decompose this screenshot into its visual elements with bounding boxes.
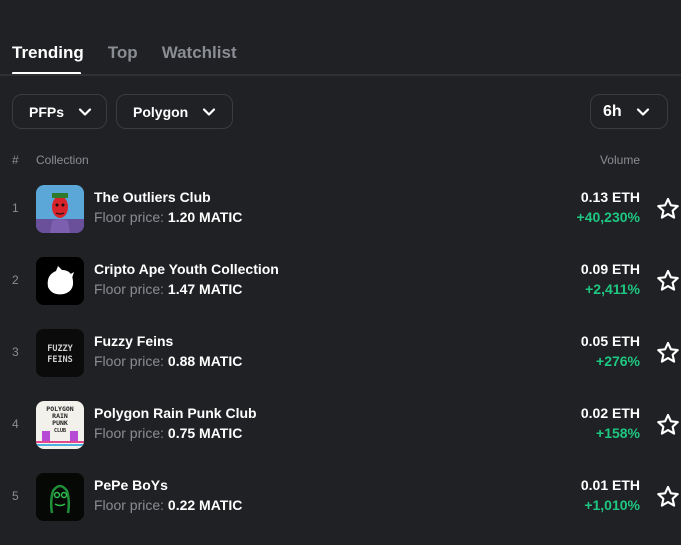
- chain-filter-value: Polygon: [133, 103, 189, 120]
- volume-change: +1,010%: [584, 497, 640, 513]
- tab-top[interactable]: Top: [108, 42, 138, 66]
- star-outline-icon[interactable]: [655, 412, 681, 438]
- thumbnail-text-line4: CLUB: [54, 428, 66, 434]
- timeframe-dropdown[interactable]: 6h: [590, 94, 668, 129]
- floor-price: Floor price: 0.22 MATIC: [94, 497, 242, 513]
- table-row[interactable]: 4 POLYGON RAIN PUNK CLUB Polygon Rain Pu…: [0, 400, 681, 450]
- volume-value: 0.05 ETH: [580, 333, 640, 349]
- timeframe-value: 6h: [603, 102, 622, 120]
- table-header: # Collection Volume: [0, 153, 681, 169]
- tabs-divider: [0, 74, 681, 76]
- table-row[interactable]: 1 The Outliers Club Floor price: 1.20 MA…: [0, 184, 681, 234]
- chevron-down-icon: [78, 105, 92, 119]
- volume-value: 0.13 ETH: [580, 189, 640, 205]
- floor-price-value: 0.75 MATIC: [167, 425, 243, 441]
- rank-column-header: #: [12, 153, 19, 167]
- chain-filter-dropdown[interactable]: Polygon: [116, 94, 233, 129]
- floor-price-value: 0.88 MATIC: [167, 353, 243, 369]
- thumbnail-text-line1: FUZZY: [47, 344, 73, 354]
- floor-price: Floor price: 1.47 MATIC: [94, 281, 242, 297]
- table-row[interactable]: 2 Cripto Ape Youth Collection Floor pric…: [0, 256, 681, 306]
- collection-thumbnail[interactable]: [36, 257, 84, 305]
- chevron-down-icon: [636, 105, 650, 119]
- volume-change: +276%: [596, 353, 640, 369]
- volume-change: +158%: [596, 425, 640, 441]
- category-filter-dropdown[interactable]: PFPs: [12, 94, 107, 129]
- floor-price-value: 1.47 MATIC: [167, 281, 243, 297]
- collection-name[interactable]: Cripto Ape Youth Collection: [94, 261, 279, 277]
- floor-price-label: Floor price:: [94, 353, 165, 369]
- volume-change: +40,230%: [576, 209, 640, 225]
- collection-name[interactable]: PePe BoYs: [94, 477, 168, 493]
- thumbnail-text-line2: FEINS: [47, 355, 73, 365]
- collection-name[interactable]: Fuzzy Feins: [94, 333, 173, 349]
- trending-collections-panel: Trending Top Watchlist PFPs Polygon 6h #…: [0, 0, 681, 545]
- star-outline-icon[interactable]: [655, 484, 681, 510]
- row-rank: 1: [12, 201, 19, 215]
- row-rank: 5: [12, 489, 19, 503]
- thumbnail-text-line3: PUNK: [52, 419, 68, 427]
- collection-name[interactable]: Polygon Rain Punk Club: [94, 405, 257, 421]
- floor-price-value: 1.20 MATIC: [167, 209, 243, 225]
- floor-price: Floor price: 0.75 MATIC: [94, 425, 242, 441]
- floor-price-value: 0.22 MATIC: [167, 497, 243, 513]
- volume-value: 0.09 ETH: [580, 261, 640, 277]
- tab-trending[interactable]: Trending: [12, 42, 84, 66]
- star-outline-icon[interactable]: [655, 196, 681, 222]
- collection-name[interactable]: The Outliers Club: [94, 189, 211, 205]
- collection-column-header: Collection: [36, 153, 89, 167]
- collection-thumbnail[interactable]: [36, 185, 84, 233]
- floor-price-label: Floor price:: [94, 497, 165, 513]
- volume-value: 0.01 ETH: [580, 477, 640, 493]
- table-row[interactable]: 3 FUZZY FEINS Fuzzy Feins Floor price: 0…: [0, 328, 681, 378]
- table-row[interactable]: 5 PePe BoYs Floor price: 0.22 MATIC 0.01…: [0, 472, 681, 522]
- row-rank: 4: [12, 417, 19, 431]
- collection-thumbnail[interactable]: [36, 473, 84, 521]
- floor-price-label: Floor price:: [94, 209, 165, 225]
- volume-column-header[interactable]: Volume: [600, 153, 640, 167]
- star-outline-icon[interactable]: [655, 340, 681, 366]
- row-rank: 3: [12, 345, 19, 359]
- volume-value: 0.02 ETH: [580, 405, 640, 421]
- star-outline-icon[interactable]: [655, 268, 681, 294]
- floor-price: Floor price: 0.88 MATIC: [94, 353, 242, 369]
- tab-bar: Trending Top Watchlist: [12, 42, 261, 66]
- collection-thumbnail[interactable]: POLYGON RAIN PUNK CLUB: [36, 401, 84, 449]
- category-filter-value: PFPs: [29, 103, 65, 120]
- collection-thumbnail[interactable]: FUZZY FEINS: [36, 329, 84, 377]
- tab-watchlist[interactable]: Watchlist: [162, 42, 237, 66]
- floor-price-label: Floor price:: [94, 425, 165, 441]
- floor-price: Floor price: 1.20 MATIC: [94, 209, 242, 225]
- volume-change: +2,411%: [585, 281, 640, 297]
- chevron-down-icon: [202, 105, 216, 119]
- row-rank: 2: [12, 273, 19, 287]
- floor-price-label: Floor price:: [94, 281, 165, 297]
